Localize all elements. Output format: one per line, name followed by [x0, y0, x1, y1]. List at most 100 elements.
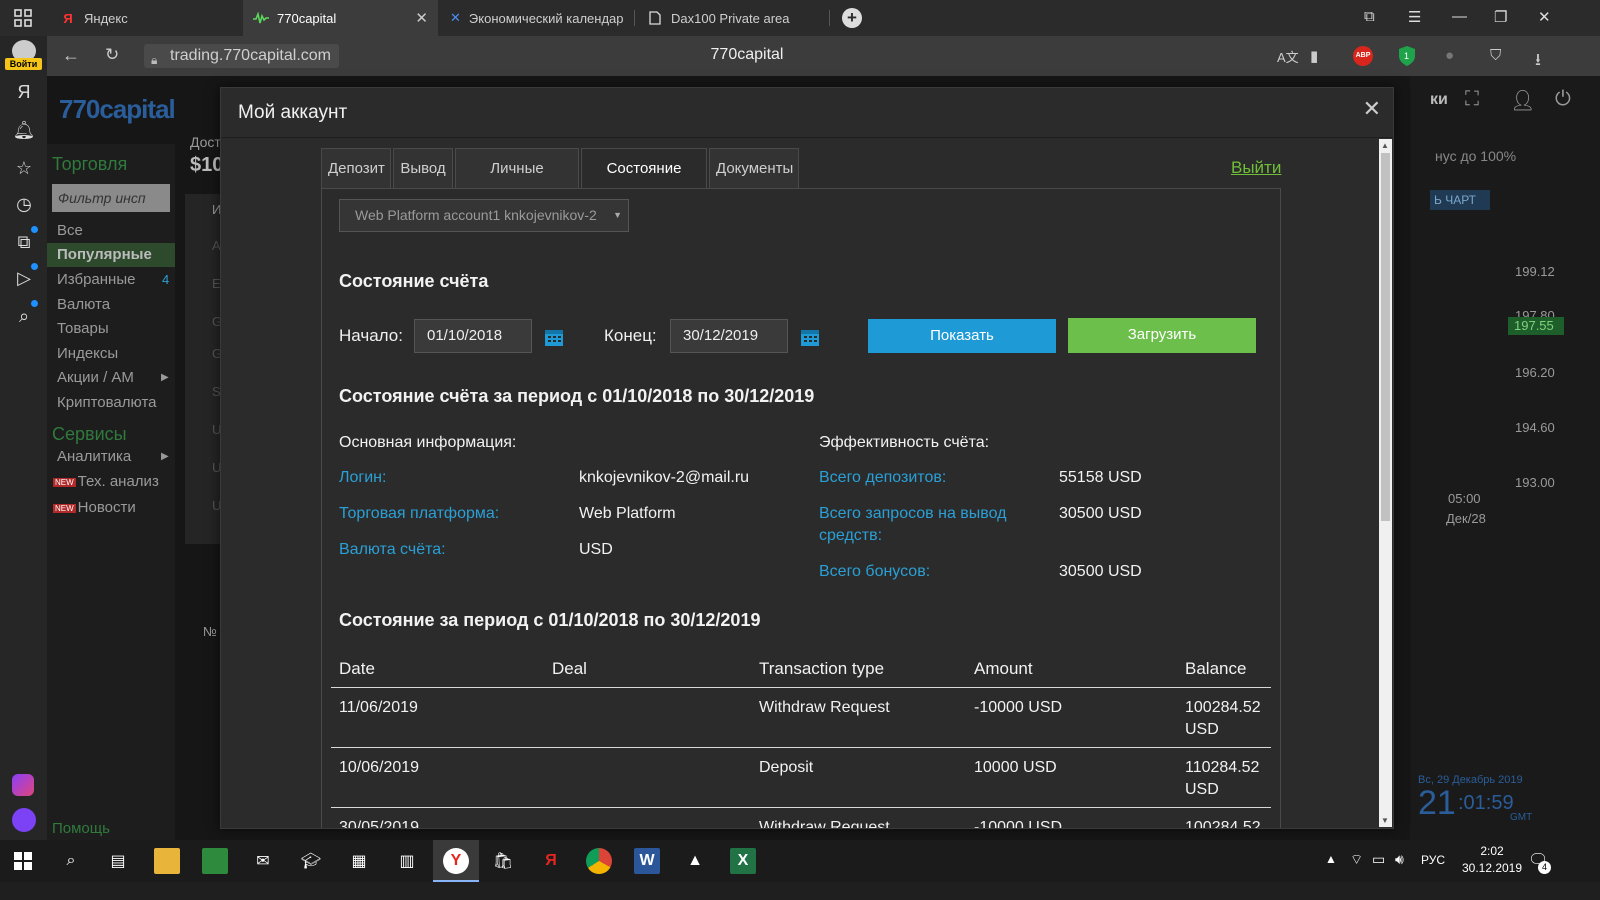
wifi-icon[interactable]: ⌔	[1350, 851, 1363, 869]
tab-deposit[interactable]: Депозит	[321, 148, 391, 188]
minimize-icon[interactable]: —	[1452, 8, 1467, 25]
volume-icon[interactable]: 🔊︎	[1395, 851, 1404, 868]
help-link[interactable]: Помощь	[52, 820, 110, 837]
new-tab-icon[interactable]: +	[842, 8, 862, 28]
category-popular[interactable]: Популярные	[47, 243, 175, 267]
history-icon[interactable]: ◷	[12, 192, 36, 216]
account-select-value: Web Platform account1 knkojevnikov-2	[355, 207, 597, 223]
right-panel: ки ⛶ 👤︎ ⏻ нус до 100% Ь ЧАРТ 199.12 197.…	[1410, 76, 1600, 840]
show-button[interactable]: Показать	[868, 319, 1056, 353]
star-icon[interactable]: ☆	[12, 156, 36, 180]
browser-tab-yandex[interactable]: Я Яндекс	[50, 0, 242, 36]
yandex-icon[interactable]: Я	[12, 80, 36, 104]
service-analytics[interactable]: Аналитика	[57, 448, 131, 465]
money-app-icon[interactable]	[202, 848, 228, 874]
close-tab-icon[interactable]: ✕	[415, 9, 428, 27]
task-view-icon[interactable]: ▤	[105, 848, 131, 874]
close-icon[interactable]: ✕	[1363, 96, 1381, 122]
download-icon[interactable]: ⭳	[1535, 47, 1541, 76]
category-currency[interactable]: Валюта	[57, 296, 110, 313]
modal-scrollbar[interactable]: ▲ ▼	[1379, 139, 1392, 827]
taskbar-clock[interactable]: 2:02 30.12.2019	[1457, 843, 1527, 877]
alice-icon[interactable]	[12, 808, 36, 832]
service-tech-analysis[interactable]: NEW Тех. анализ	[53, 473, 159, 490]
language-indicator[interactable]: РУС	[1421, 853, 1445, 867]
protect-icon[interactable]: ⛉	[1490, 47, 1501, 64]
category-all[interactable]: Все	[57, 222, 83, 239]
browser-tab-770capital[interactable]: 770capital ✕	[243, 0, 438, 36]
bookmark-icon[interactable]: ▮	[1310, 47, 1318, 65]
store-icon[interactable]: 🛍︎	[490, 848, 516, 874]
tab-title: Dax100 Private area	[671, 10, 790, 26]
category-stocks[interactable]: Акции / AM	[57, 369, 134, 386]
search-page-icon[interactable]: ⌕	[12, 304, 36, 328]
cell-type: Withdraw Request	[759, 819, 890, 828]
calendar-app-icon[interactable]: ▦	[346, 848, 372, 874]
word-icon[interactable]: W	[634, 848, 660, 874]
balance-value: $10	[190, 154, 224, 176]
end-date-input[interactable]: 30/12/2019	[670, 319, 788, 353]
tab-personal-data[interactable]: Личные данные	[455, 148, 579, 217]
tabs-grid-icon[interactable]	[14, 9, 32, 27]
table-divider	[331, 807, 1271, 808]
yandex-browser-taskbar[interactable]: Y	[433, 840, 479, 882]
chevron-up-icon[interactable]: ▲	[1325, 852, 1337, 866]
browser-tab-dax100[interactable]: Dax100 Private area	[637, 0, 827, 36]
scroll-up-icon[interactable]: ▲	[1381, 141, 1389, 150]
login-button[interactable]: Войти	[5, 58, 42, 70]
photos-icon[interactable]: ▲	[682, 848, 708, 874]
download-button[interactable]: Загрузить	[1068, 318, 1256, 353]
power-icon[interactable]: ⏻	[1555, 88, 1571, 111]
page-title: 770capital	[710, 46, 784, 63]
mail-icon[interactable]: ✉	[250, 848, 276, 874]
category-crypto[interactable]: Криптовалюта	[57, 394, 157, 411]
service-news[interactable]: NEW Новости	[53, 499, 136, 516]
filter-input[interactable]: Фильтр инсп	[52, 184, 170, 212]
start-date-input[interactable]: 01/10/2018	[414, 319, 532, 353]
category-commodities[interactable]: Товары	[57, 320, 109, 337]
location-icon[interactable]: ●	[1445, 47, 1454, 64]
bell-icon[interactable]: 🔔︎	[12, 118, 36, 142]
table-heading: Состояние за период с 01/10/2018 по 30/1…	[339, 610, 761, 630]
restore-icon[interactable]: ❐	[1494, 8, 1507, 26]
chart-button[interactable]: Ь ЧАРТ	[1430, 190, 1490, 210]
category-favorites[interactable]: Избранные	[57, 271, 135, 288]
menu-icon[interactable]: ☰	[1408, 8, 1421, 26]
close-window-icon[interactable]: ✕	[1538, 8, 1551, 26]
tab-account-status[interactable]: Состояние счета	[581, 148, 707, 217]
translate-icon[interactable]: A文	[1277, 47, 1299, 66]
account-select[interactable]: Web Platform account1 knkojevnikov-2 ▼	[339, 199, 629, 232]
yandex-taskbar-icon[interactable]: Я	[538, 848, 564, 874]
browser-sidebar: Войти Я 🔔︎ ☆ ◷ ⧉ ▷ ⌕	[0, 36, 47, 840]
windows-start-icon[interactable]	[10, 848, 36, 874]
fullscreen-icon[interactable]: ⛶	[1465, 88, 1479, 111]
browser-tab-calendar[interactable]: ✕ Экономический календар	[440, 0, 630, 36]
tab-documents[interactable]: Документы	[709, 148, 799, 188]
user-icon[interactable]: 👤︎	[1510, 88, 1535, 113]
adblock-icon[interactable]: ABP	[1353, 46, 1373, 66]
excel-icon[interactable]: X	[730, 848, 756, 874]
favorites-count: 4	[162, 272, 170, 287]
education-icon[interactable]: 🎓︎	[298, 848, 324, 874]
category-indices[interactable]: Индексы	[57, 345, 118, 362]
calendar-icon[interactable]	[544, 327, 564, 347]
scroll-down-icon[interactable]: ▼	[1381, 816, 1389, 825]
collections-icon[interactable]: ⧉	[12, 230, 36, 254]
collections-icon[interactable]: ⧉	[1364, 8, 1375, 25]
battery-icon[interactable]: ▭	[1372, 851, 1385, 868]
scroll-thumb[interactable]	[1381, 153, 1390, 521]
service-label: Новости	[77, 499, 136, 516]
shield-extension-icon[interactable]: 1	[1397, 45, 1417, 67]
notification-dot	[31, 226, 38, 233]
clock-minutes: :01:59	[1458, 792, 1514, 814]
file-explorer-icon[interactable]	[154, 848, 180, 874]
shield-count: 1	[1404, 51, 1410, 61]
search-icon[interactable]: ⌕	[58, 848, 84, 874]
logout-link[interactable]: Выйти	[1231, 158, 1281, 178]
calendar-icon[interactable]	[800, 327, 820, 347]
chrome-icon[interactable]	[586, 848, 612, 874]
tab-withdraw[interactable]: Вывод	[393, 148, 453, 188]
music-icon[interactable]	[12, 774, 34, 796]
calculator-icon[interactable]: ▥	[394, 848, 420, 874]
clock-date: 30.12.2019	[1461, 861, 1523, 875]
